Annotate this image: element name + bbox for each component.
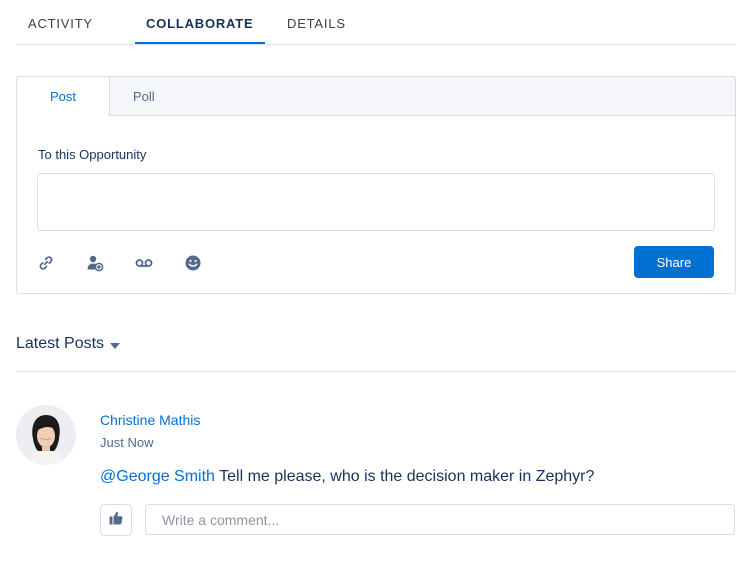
post-text: Tell me please, who is the decision make…: [214, 468, 595, 485]
mention-user-icon[interactable]: [85, 253, 105, 273]
publisher-target-label: To this Opportunity: [38, 147, 147, 162]
author-avatar[interactable]: [16, 405, 76, 465]
post-mention-link[interactable]: @George Smith: [100, 468, 215, 485]
publisher-tabs: Post Poll: [17, 77, 735, 116]
tab-activity[interactable]: ACTIVITY: [28, 0, 93, 44]
emoji-icon[interactable]: [183, 253, 203, 273]
thumbs-up-icon: [109, 511, 123, 530]
tab-details[interactable]: DETAILS: [287, 0, 346, 44]
post-body: @George Smith Tell me please, who is the…: [100, 468, 594, 486]
feed-sort-label: Latest Posts: [16, 335, 105, 352]
publisher: Post Poll To this Opportunity Share: [16, 76, 736, 294]
comment-input[interactable]: [145, 504, 735, 535]
caret-down-icon: [110, 336, 121, 354]
feed-divider: [16, 371, 736, 372]
share-button[interactable]: Share: [634, 246, 714, 278]
link-icon[interactable]: [36, 253, 56, 273]
tab-collaborate[interactable]: COLLABORATE: [135, 0, 265, 44]
post-timestamp[interactable]: Just Now: [100, 435, 153, 450]
post-author-link[interactable]: Christine Mathis: [100, 412, 200, 428]
voicemail-icon[interactable]: [134, 253, 154, 273]
feed-sort-dropdown[interactable]: Latest Posts: [16, 334, 121, 354]
publisher-tab-post[interactable]: Post: [17, 77, 110, 116]
like-button[interactable]: [100, 504, 132, 536]
record-tabs: ACTIVITY COLLABORATE DETAILS: [16, 0, 736, 45]
post-input[interactable]: [37, 173, 715, 231]
publisher-tab-poll[interactable]: Poll: [133, 77, 155, 115]
